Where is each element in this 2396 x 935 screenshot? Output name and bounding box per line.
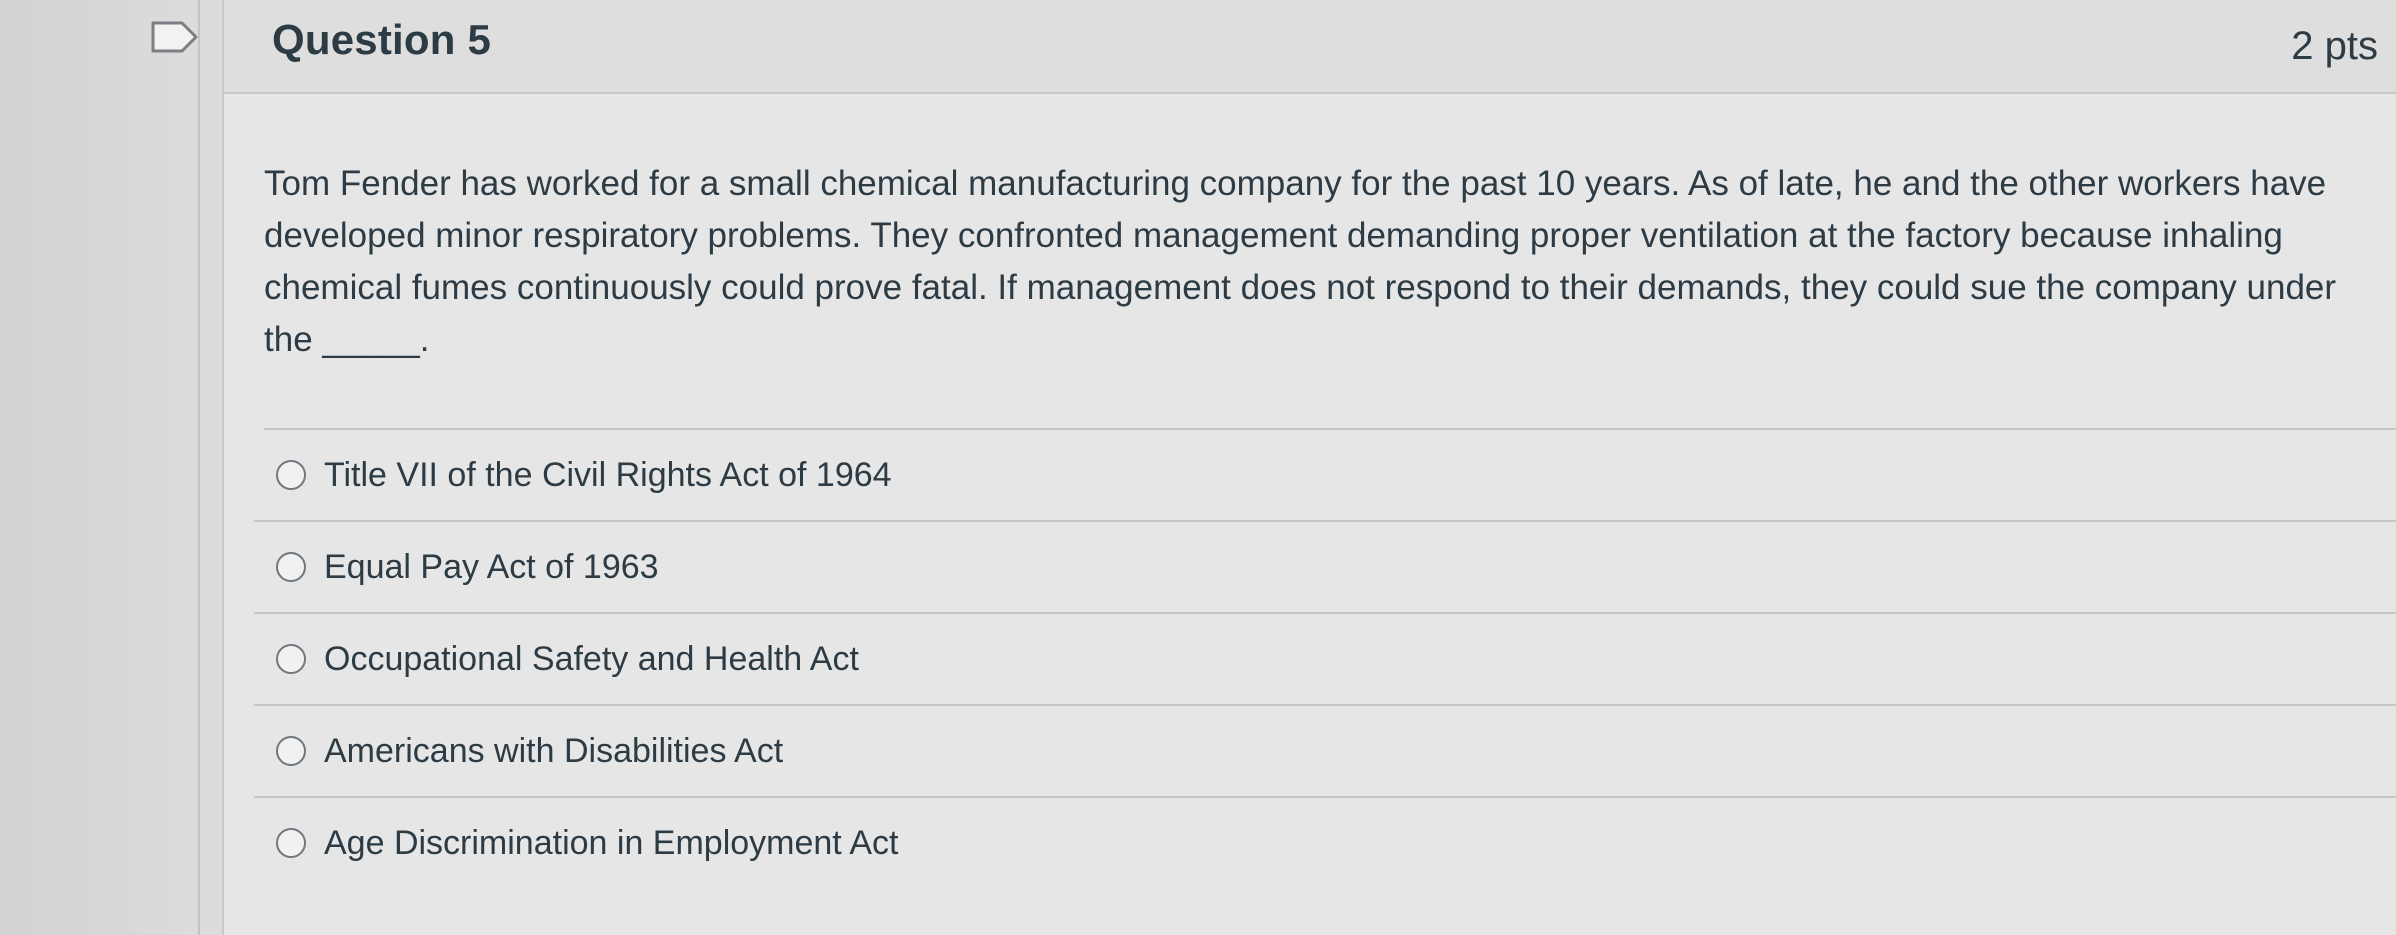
flag-question-icon[interactable] [150,20,200,54]
radio-button-icon[interactable] [276,644,306,674]
answer-label[interactable]: Equal Pay Act of 1963 [324,548,659,587]
radio-button-icon[interactable] [276,460,306,490]
answer-label[interactable]: Americans with Disabilities Act [324,732,783,771]
radio-button-icon[interactable] [276,552,306,582]
answer-option[interactable]: Occupational Safety and Health Act [254,614,2396,706]
left-gutter [0,0,200,935]
answer-option[interactable]: Americans with Disabilities Act [254,706,2396,798]
question-header: Question 5 2 pts [224,0,2396,94]
answer-option[interactable]: Title VII of the Civil Rights Act of 196… [254,430,2396,522]
answer-option[interactable]: Equal Pay Act of 1963 [254,522,2396,614]
answer-label[interactable]: Occupational Safety and Health Act [324,640,859,679]
answer-option[interactable]: Age Discrimination in Employment Act [254,798,2396,888]
radio-button-icon[interactable] [276,828,306,858]
answer-label[interactable]: Age Discrimination in Employment Act [324,824,898,863]
question-text: Tom Fender has worked for a small chemic… [264,164,2337,359]
question-title: Question 5 [272,16,492,63]
answer-list: Title VII of the Civil Rights Act of 196… [254,430,2396,888]
radio-button-icon[interactable] [276,736,306,766]
question-card: Question 5 2 pts Tom Fender has worked f… [222,0,2396,935]
question-points: 2 pts [2291,24,2378,68]
answer-label[interactable]: Title VII of the Civil Rights Act of 196… [324,456,892,495]
